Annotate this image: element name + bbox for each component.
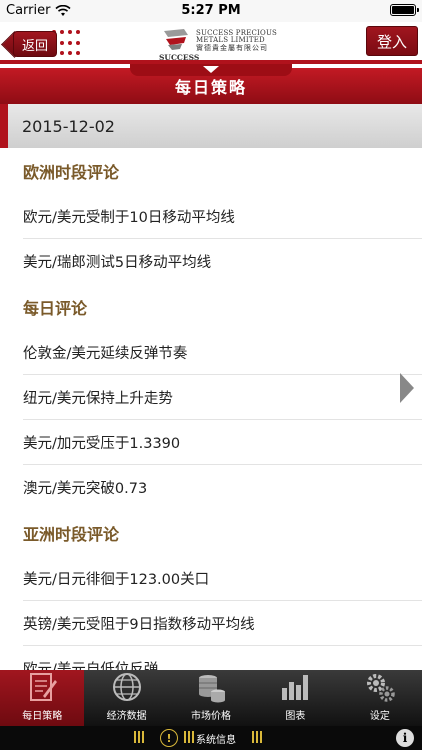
tab-settings[interactable]: 设定 xyxy=(338,670,422,726)
company-logo: SUCCESS PRECIOUS METALS LIMITED 實德貴金屬有限公… xyxy=(160,27,277,55)
app-header: 返回 SUCCESS PRECIOUS METALS LIMITED 實德貴金屬… xyxy=(0,22,422,64)
login-button[interactable]: 登入 xyxy=(366,26,418,56)
chevron-down-icon[interactable] xyxy=(203,66,219,73)
info-icon[interactable]: i xyxy=(396,729,414,747)
list-item[interactable]: 欧元/美元受制于10日移动平均线 xyxy=(23,194,422,239)
bars-mid-icon xyxy=(184,731,194,743)
battery-icon xyxy=(390,4,419,16)
list-item[interactable]: 美元/日元徘徊于123.00关口 xyxy=(23,556,422,601)
alert-icon[interactable]: ! xyxy=(160,729,178,747)
tab-label: 图表 xyxy=(285,711,306,722)
bar-chart-icon xyxy=(282,675,309,700)
list-item[interactable]: 美元/加元受压于1.3390 xyxy=(23,420,422,465)
logo-mark-icon xyxy=(164,29,188,50)
tab-label: 设定 xyxy=(369,711,390,722)
list-item[interactable]: 欧元/美元自低位反弹 xyxy=(23,646,422,670)
tab-chart[interactable]: 图表 xyxy=(253,670,337,726)
list-item[interactable]: 纽元/美元保持上升走势 xyxy=(23,375,422,420)
logo-cn: 實德貴金屬有限公司 xyxy=(196,44,268,52)
tab-economic-data[interactable]: 经济数据 xyxy=(84,670,168,726)
system-info-label: 系统信息 xyxy=(196,735,236,746)
next-page-arrow-icon[interactable] xyxy=(400,373,414,403)
list-item[interactable]: 澳元/美元突破0.73 xyxy=(23,465,422,510)
tab-label: 每日策略 xyxy=(22,711,63,722)
status-bar: Carrier 5:27 PM xyxy=(0,0,422,22)
logo-en-line2: METALS LIMITED xyxy=(196,36,265,44)
bars-left-icon xyxy=(134,731,144,743)
page-title: 每日策略 xyxy=(174,78,247,97)
date-label: 2015-12-02 xyxy=(22,116,115,136)
date-bar: 2015-12-02 xyxy=(0,104,422,148)
tab-daily-strategy[interactable]: 每日策略 xyxy=(0,670,85,726)
list-item[interactable]: 伦敦金/美元延续反弹节奏 xyxy=(23,330,422,375)
notepad-icon xyxy=(30,673,58,701)
status-right xyxy=(390,4,419,16)
section-header: 欧洲时段评论 xyxy=(23,163,120,182)
globe-icon xyxy=(112,673,141,701)
coins-icon xyxy=(199,675,226,703)
tab-bar: 每日策略 经济数据 市场价格 图表 设定 xyxy=(0,670,422,726)
gears-icon xyxy=(366,674,395,702)
tab-label: 经济数据 xyxy=(106,711,147,722)
logo-brand: SUCCESS xyxy=(159,53,200,62)
system-info-bar[interactable]: ! 系统信息 i xyxy=(0,726,422,750)
back-button[interactable]: 返回 xyxy=(13,31,57,57)
list-item[interactable]: 英镑/美元受阻于9日指数移动平均线 xyxy=(23,601,422,646)
section-header: 每日评论 xyxy=(23,299,88,318)
section-header: 亚洲时段评论 xyxy=(23,525,120,544)
tab-label: 市场价格 xyxy=(191,711,232,722)
tab-market-price[interactable]: 市场价格 xyxy=(169,670,253,726)
list-item[interactable]: 美元/瑞郎测试5日移动平均线 xyxy=(23,239,422,284)
bars-right-icon xyxy=(252,731,262,743)
status-time: 5:27 PM xyxy=(181,3,241,18)
strategy-list[interactable]: 欧洲时段评论 欧元/美元受制于10日移动平均线 美元/瑞郎测试5日移动平均线 每… xyxy=(0,148,422,670)
